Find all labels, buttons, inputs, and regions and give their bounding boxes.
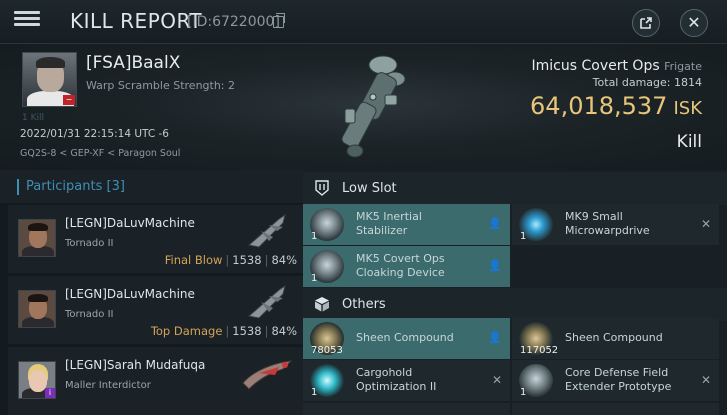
- module-qty: 1: [520, 231, 527, 242]
- copy-icon[interactable]: [273, 13, 285, 28]
- total-damage-label: Total damage:: [592, 76, 671, 89]
- module-item[interactable]: [512, 403, 719, 415]
- module-item[interactable]: 78053 Sheen Compound 👤: [303, 318, 510, 359]
- report-id: [ID:6722000]: [187, 14, 280, 30]
- close-icon: ✕: [687, 13, 701, 32]
- module-qty: 1: [311, 387, 318, 398]
- dropped-person-icon: 👤: [488, 259, 502, 272]
- module-name: Sheen Compound: [565, 331, 663, 344]
- module-name: Sheen Compound: [356, 331, 454, 344]
- module-qty: 1: [311, 231, 318, 242]
- avatar: [18, 219, 56, 257]
- others-label: Others: [342, 297, 386, 312]
- victim-ship-class: Frigate: [664, 60, 702, 73]
- module-item[interactable]: 117052 Sheen Compound: [512, 318, 719, 359]
- participant-row[interactable]: [LEGN]DaLuvMachine Tornado II Final Blow…: [8, 205, 303, 273]
- participant-stats: Final Blow | 1538 | 84%: [164, 253, 297, 267]
- module-item[interactable]: 1 MK5 Covert Ops Cloaking Device 👤: [303, 246, 510, 287]
- victim-name[interactable]: [FSA]BaalX: [86, 53, 180, 73]
- participant-row[interactable]: [LEGN]DaLuvMachine Tornado II Top Damage…: [8, 276, 303, 344]
- participants-header[interactable]: Participants [3]: [0, 170, 303, 203]
- destroyed-x-icon: ✕: [700, 217, 711, 231]
- close-button[interactable]: ✕: [680, 9, 708, 37]
- module-name: MK5 Covert Ops Cloaking Device: [356, 252, 445, 279]
- isk-unit: ISK: [673, 98, 702, 119]
- info-badge-icon: i: [45, 388, 55, 398]
- destroyed-x-icon: ✕: [491, 373, 502, 387]
- participant-damage: 1538: [232, 253, 262, 267]
- module-item[interactable]: [303, 403, 510, 415]
- low-slot-icon: [315, 180, 329, 196]
- participant-percent: 84%: [271, 253, 297, 267]
- participant-role: Top Damage: [150, 324, 223, 338]
- menu-icon[interactable]: [14, 10, 40, 32]
- module-name: Cargohold Optimization II: [356, 366, 437, 393]
- share-icon: [640, 17, 652, 29]
- kill-summary: − 1 Kill [FSA]BaalX Warp Scramble Streng…: [0, 44, 727, 170]
- kill-location[interactable]: GQ2S-8 < GEP-XF < Paragon Soul: [20, 148, 180, 159]
- kill-timestamp: 2022/01/31 22:15:14 UTC -6: [20, 128, 169, 140]
- participant-name: [LEGN]DaLuvMachine: [65, 287, 195, 301]
- victim-ship-name: Imicus Covert Ops: [531, 58, 660, 74]
- low-slot-header: Low Slot: [303, 172, 727, 205]
- participant-name: [LEGN]DaLuvMachine: [65, 216, 195, 230]
- low-slot-label: Low Slot: [342, 181, 397, 196]
- module-item[interactable]: 1 MK9 Small Microwarpdrive ✕: [512, 204, 719, 245]
- cube-icon: [315, 297, 329, 312]
- participant-ship-image: [247, 213, 286, 248]
- module-qty: 1: [311, 273, 318, 284]
- module-qty: 117052: [520, 345, 559, 356]
- avatar: [18, 290, 56, 328]
- participant-row[interactable]: i [LEGN]Sarah Mudafuqa Maller Interdicto…: [8, 347, 303, 415]
- victim-ship[interactable]: Imicus Covert Ops Frigate: [532, 58, 702, 74]
- module-name: MK5 Inertial Stabilizer: [356, 210, 422, 237]
- module-item[interactable]: 1 MK5 Inertial Stabilizer 👤: [303, 204, 510, 245]
- participant-ship: Tornado II: [65, 309, 114, 320]
- participant-ship-image: [247, 284, 286, 319]
- module-item[interactable]: 1 Core Defense Field Extender Prototype ✕: [512, 360, 719, 401]
- result-label: Kill: [676, 132, 702, 152]
- avatar: i: [18, 361, 56, 399]
- participant-role: Final Blow: [164, 253, 223, 267]
- participant-stats: Top Damage | 1538 | 84%: [150, 324, 297, 338]
- module-name: Core Defense Field Extender Prototype: [565, 366, 672, 393]
- participant-damage: 1538: [232, 324, 262, 338]
- fitting-panel: Low Slot 1 MK5 Inertial Stabilizer 👤 1 MK…: [303, 170, 727, 415]
- participants-title: Participants [3]: [26, 179, 125, 194]
- standing-badge-icon: −: [63, 95, 75, 105]
- module-name: MK9 Small Microwarpdrive: [565, 210, 650, 237]
- page-title: KILL REPORT: [70, 9, 203, 33]
- isk-amount: 64,018,537: [530, 92, 668, 120]
- victim-kills: 1 Kill: [22, 113, 44, 123]
- dropped-person-icon: 👤: [488, 217, 502, 230]
- module-qty: 78053: [311, 345, 343, 356]
- share-button[interactable]: [632, 9, 660, 37]
- module-qty: 1: [520, 387, 527, 398]
- victim-portrait[interactable]: −: [22, 52, 77, 107]
- victim-detail: Warp Scramble Strength: 2: [86, 79, 236, 92]
- top-bar: KILL REPORT [ID:6722000] ✕: [0, 0, 727, 44]
- participants-panel: Participants [3] [LEGN]DaLuvMachine Torn…: [0, 170, 303, 415]
- total-damage-value: 1814: [674, 76, 702, 89]
- participant-ship: Tornado II: [65, 238, 114, 249]
- isk-value: 64,018,537 ISK: [530, 92, 702, 120]
- participant-ship: Maller Interdictor: [65, 380, 151, 391]
- dropped-person-icon: 👤: [488, 331, 502, 344]
- participant-percent: 84%: [271, 324, 297, 338]
- destroyed-x-icon: ✕: [700, 373, 711, 387]
- module-item[interactable]: 1 Cargohold Optimization II ✕: [303, 360, 510, 401]
- participant-name: [LEGN]Sarah Mudafuqa: [65, 358, 206, 372]
- total-damage: Total damage: 1814: [593, 76, 702, 89]
- others-header: Others: [303, 288, 727, 321]
- victim-ship-image: [341, 55, 406, 158]
- participant-ship-image: [242, 360, 293, 390]
